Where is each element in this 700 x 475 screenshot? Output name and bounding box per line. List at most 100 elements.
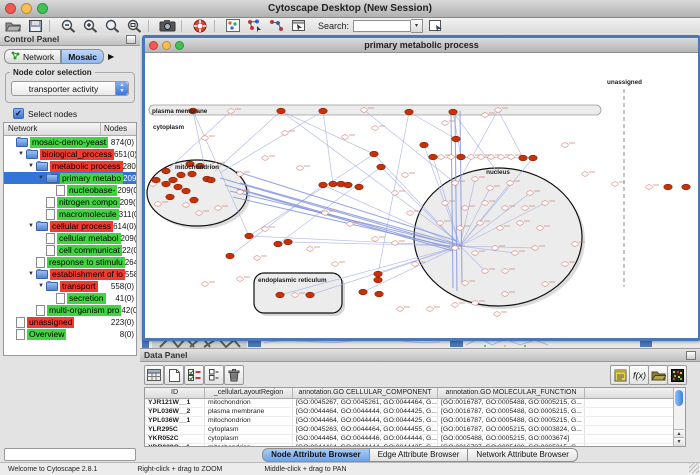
node-selected[interactable] [162, 168, 170, 174]
node-selected[interactable] [169, 177, 177, 183]
node[interactable] [322, 211, 328, 215]
node-selected[interactable] [182, 188, 190, 194]
expand-arrow-icon[interactable]: ▼ [38, 175, 46, 181]
node[interactable] [527, 191, 533, 195]
node-selected[interactable] [529, 155, 537, 161]
float-panel-icon[interactable] [686, 351, 696, 360]
tree-item-secretion[interactable]: secretion41(0) [4, 292, 136, 304]
node-selected[interactable] [284, 239, 292, 245]
node-selected[interactable] [420, 142, 428, 148]
search-config-icon[interactable] [427, 19, 445, 32]
node[interactable] [532, 246, 538, 250]
node[interactable] [228, 109, 234, 113]
zoom-fit-icon[interactable] [125, 19, 143, 32]
node[interactable] [448, 155, 454, 159]
tab-network-attribute-browser[interactable]: Network Attribute Browser [468, 448, 577, 462]
node[interactable] [462, 206, 468, 210]
node-selected[interactable] [319, 182, 327, 188]
annotation-icon[interactable] [290, 19, 308, 32]
node[interactable] [442, 121, 448, 125]
node[interactable] [307, 247, 313, 251]
help-icon[interactable] [191, 19, 209, 32]
node[interactable] [392, 191, 398, 195]
edge[interactable] [220, 111, 323, 173]
column-header-annotation-go-cellular-component[interactable]: annotation.GO CELLULAR_COMPONENT [293, 388, 438, 398]
node[interactable] [472, 251, 478, 255]
node[interactable] [497, 226, 503, 230]
node-selected[interactable] [375, 291, 383, 297]
node[interactable] [487, 186, 493, 190]
zoom-selected-icon[interactable] [103, 19, 121, 32]
node[interactable] [572, 242, 578, 246]
node[interactable] [612, 182, 618, 186]
node[interactable] [262, 156, 268, 160]
node[interactable] [392, 241, 398, 245]
node-selected[interactable] [457, 154, 465, 160]
create-network-icon[interactable] [246, 19, 264, 32]
node[interactable] [262, 227, 268, 231]
tree-item-nitrogen-compo[interactable]: nitrogen compo209(0) [4, 196, 136, 208]
node[interactable] [582, 172, 588, 176]
select-attributes-icon[interactable] [184, 365, 204, 385]
node[interactable] [472, 177, 478, 181]
table-row[interactable]: YKR052Ccytoplasm[GO:0044464, GO:0044446,… [145, 435, 674, 444]
select-nodes-checkbox[interactable]: ✓ [13, 108, 24, 119]
node[interactable] [542, 201, 548, 205]
node-selected[interactable] [377, 164, 385, 170]
scroll-down-icon[interactable]: ▼ [674, 437, 684, 446]
node[interactable] [412, 262, 418, 266]
snapshot-icon[interactable] [158, 19, 176, 32]
node[interactable] [482, 113, 488, 117]
node[interactable] [372, 126, 378, 130]
node-selected[interactable] [405, 109, 413, 115]
unselect-attributes-icon[interactable] [204, 365, 224, 385]
node[interactable] [402, 173, 408, 177]
node-selected[interactable] [276, 292, 284, 298]
node[interactable] [494, 312, 500, 316]
node[interactable] [183, 203, 189, 207]
column-header-annotation-go-molecular-function[interactable]: annotation.GO MOLECULAR_FUNCTION [438, 388, 585, 398]
node-color-dropdown[interactable]: transporter activity ▲▼ [11, 81, 129, 96]
node[interactable] [254, 256, 260, 260]
tree-item-nucleobase[interactable]: nucleobase-209(0) [4, 184, 136, 196]
tree-item-response-to-stimulu[interactable]: response to stimulu264(0) [4, 256, 136, 268]
node[interactable] [427, 307, 433, 311]
node[interactable] [492, 246, 498, 250]
vizmapper-icon[interactable] [224, 19, 242, 32]
node-selected[interactable] [359, 289, 367, 295]
tree-item-multi-organism-pro[interactable]: multi-organism pro42(0) [4, 304, 136, 316]
node[interactable] [292, 293, 298, 297]
tree-item-cell-communicat[interactable]: cell communicat22(0) [4, 244, 136, 256]
node[interactable] [332, 262, 338, 266]
node[interactable] [397, 307, 403, 311]
node[interactable] [237, 190, 243, 194]
tab-node-attribute-browser[interactable]: Node Attribute Browser [262, 448, 370, 462]
node[interactable] [452, 181, 458, 185]
node-selected[interactable] [190, 197, 198, 203]
node-selected[interactable] [319, 108, 327, 114]
tree-item-transport[interactable]: ▼transport558(0) [4, 280, 136, 292]
node[interactable] [517, 221, 523, 225]
tab-network[interactable]: Network [4, 49, 61, 64]
node-selected[interactable] [166, 194, 174, 200]
node[interactable] [437, 221, 443, 225]
expand-arrow-icon[interactable]: ▼ [38, 283, 46, 289]
node[interactable] [508, 155, 514, 159]
node[interactable] [282, 131, 288, 135]
tree-item-cellular-process[interactable]: ▼cellular process614(0) [4, 220, 136, 232]
edge[interactable] [281, 111, 460, 243]
network-view-window[interactable]: primary metabolic process plasma membran… [142, 35, 700, 341]
edge[interactable] [364, 110, 455, 183]
node-selected[interactable] [162, 181, 170, 187]
apply-layout-icon[interactable] [268, 19, 286, 32]
node-selected[interactable] [277, 108, 285, 114]
node[interactable] [562, 262, 568, 266]
node-selected[interactable] [519, 155, 527, 161]
node[interactable] [202, 282, 208, 286]
node[interactable] [202, 136, 208, 140]
edge[interactable] [281, 111, 374, 154]
import-attributes-icon[interactable] [648, 365, 668, 385]
node[interactable] [297, 166, 303, 170]
column-header-cellularlayoutregion[interactable]: _cellularLayoutRegion [205, 388, 293, 398]
zoom-out-icon[interactable] [59, 19, 77, 32]
